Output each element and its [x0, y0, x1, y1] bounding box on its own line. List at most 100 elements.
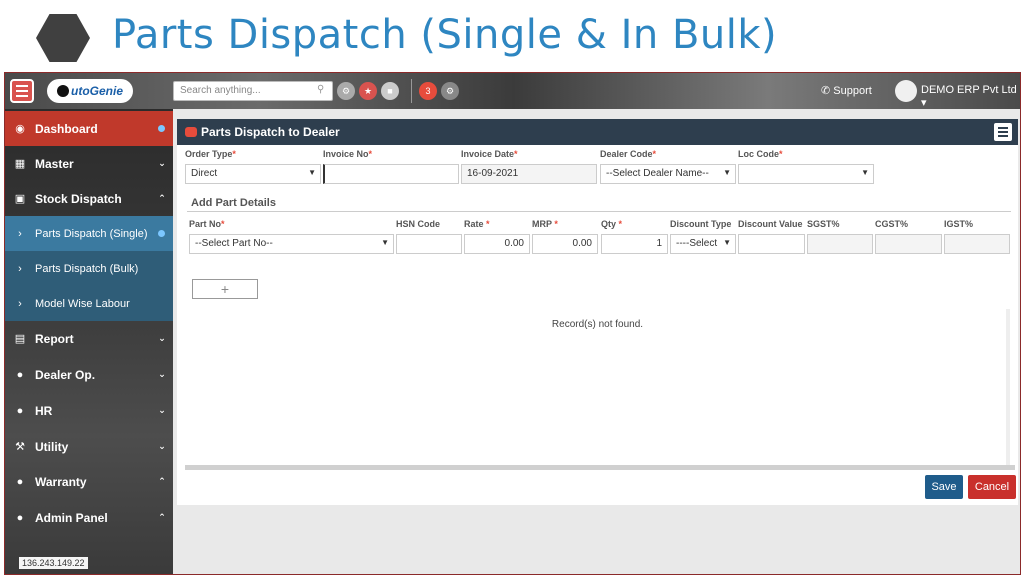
logo-mark-icon [57, 85, 69, 97]
sidebar-item-label: Master [35, 156, 74, 171]
invoice-date-field[interactable]: 16-09-2021 [461, 164, 597, 184]
igst-label: IGST% [944, 219, 974, 229]
chevron-down-icon: ⌄ [158, 369, 166, 379]
sidebar-item-label: HR [35, 403, 53, 418]
chevron-down-icon: ⌄ [158, 158, 166, 168]
section-divider [187, 211, 1011, 212]
sidebar-item-dashboard[interactable]: ◉ Dashboard [5, 111, 173, 146]
notification-count: 3 [425, 86, 431, 96]
chevron-down-icon: ▼ [308, 168, 316, 177]
qty-field[interactable]: 1 [601, 234, 668, 254]
sidebar-item-master[interactable]: ▦ Master ⌄ [5, 146, 173, 181]
scrollbar[interactable] [1006, 309, 1010, 465]
sidebar-item-label: Warranty [35, 474, 87, 489]
invoice-no-label: Invoice No* [323, 149, 373, 159]
chevron-up-icon: ⌃ [158, 193, 166, 203]
mrp-label: MRP * [532, 219, 558, 229]
igst-field[interactable] [944, 234, 1010, 254]
app-window: utoGenie Search anything... ⚲ ⚙ ★ ■ 3 ⚙ … [4, 72, 1021, 575]
user-icon: ● [16, 368, 24, 381]
notification-icon[interactable]: 3 [419, 82, 437, 100]
menu-toggle-button[interactable] [10, 79, 34, 103]
dealer-code-select[interactable]: --Select Dealer Name-- ▼ [600, 164, 736, 184]
chevron-right-icon: › [18, 262, 22, 275]
chevron-right-icon: › [18, 297, 22, 310]
sidebar-item-label: Stock Dispatch [35, 191, 122, 206]
panel-title: Parts Dispatch to Dealer [201, 125, 340, 139]
share-icon[interactable]: ★ [359, 82, 377, 100]
part-no-label: Part No* [189, 219, 225, 229]
loc-code-select[interactable]: ▼ [738, 164, 874, 184]
sidebar-item-dealer-op[interactable]: ● Dealer Op. ⌄ [5, 357, 173, 392]
chevron-down-icon: ▼ [381, 238, 389, 247]
qty-label: Qty * [601, 219, 623, 229]
caret-down-icon: ▾ [921, 97, 927, 109]
section-title: Add Part Details [191, 197, 276, 209]
sidebar-item-label: Utility [35, 439, 69, 454]
sidebar-item-model-wise-labour[interactable]: › Model Wise Labour [5, 286, 173, 321]
sgst-field[interactable] [807, 234, 873, 254]
dealer-code-label: Dealer Code* [600, 149, 657, 159]
chevron-down-icon: ⌄ [158, 333, 166, 343]
cgst-field[interactable] [875, 234, 942, 254]
discount-type-select[interactable]: ----Select ▼ [670, 234, 736, 254]
user-menu[interactable]: DEMO ERP Pvt Ltd ▾ [921, 84, 1020, 109]
user-name: DEMO ERP Pvt Ltd [921, 84, 1017, 96]
admin-icon: ● [16, 511, 24, 524]
settings-circle-icon[interactable]: ⚙ [337, 82, 355, 100]
chevron-up-icon: ⌃ [158, 512, 166, 522]
sidebar-item-parts-dispatch-single[interactable]: › Parts Dispatch (Single) [5, 216, 173, 251]
ip-address: 136.243.149.22 [19, 557, 88, 569]
order-type-select[interactable]: Direct ▼ [185, 164, 321, 184]
search-icon[interactable]: ⚲ [317, 84, 324, 95]
sidebar-item-hr[interactable]: ● HR ⌄ [5, 393, 173, 428]
active-dot-icon [158, 230, 165, 237]
discount-value-label: Discount Value [738, 219, 803, 229]
support-link[interactable]: ✆ Support [821, 84, 872, 97]
sidebar-item-parts-dispatch-bulk[interactable]: › Parts Dispatch (Bulk) [5, 251, 173, 286]
sidebar-item-utility[interactable]: ⚒ Utility ⌄ [5, 429, 173, 464]
sidebar-item-admin-panel[interactable]: ● Admin Panel ⌃ [5, 500, 173, 535]
dashboard-icon: ◉ [15, 123, 25, 135]
report-icon: ▤ [14, 333, 26, 345]
rate-label: Rate * [464, 219, 490, 229]
add-row-button[interactable]: + [192, 279, 258, 299]
car-icon [185, 127, 197, 137]
dispatch-panel: Parts Dispatch to Dealer Order Type* Inv… [177, 119, 1018, 505]
slide-title: Parts Dispatch (Single & In Bulk) [112, 12, 778, 58]
logo[interactable]: utoGenie [47, 79, 133, 103]
save-button[interactable]: Save [925, 475, 963, 499]
sidebar-item-report[interactable]: ▤ Report ⌄ [5, 321, 173, 356]
sidebar-item-label: Dealer Op. [35, 367, 96, 382]
sidebar-item-label: Parts Dispatch (Single) [35, 227, 148, 240]
sidebar: ◉ Dashboard ▦ Master ⌄ ▣ Stock Dispatch … [5, 109, 173, 574]
avatar[interactable] [895, 80, 917, 102]
loc-code-label: Loc Code* [738, 149, 783, 159]
hsn-code-label: HSN Code [396, 219, 441, 229]
cancel-button[interactable]: Cancel [968, 475, 1016, 499]
logo-text: utoGenie [71, 84, 124, 98]
sidebar-item-label: Parts Dispatch (Bulk) [35, 262, 139, 275]
order-type-label: Order Type* [185, 149, 236, 159]
mrp-field[interactable]: 0.00 [532, 234, 598, 254]
discount-type-label: Discount Type [670, 219, 732, 229]
users-icon: ● [16, 404, 24, 417]
invoice-no-field[interactable] [323, 164, 459, 184]
discount-value-field[interactable] [738, 234, 805, 254]
topbar: utoGenie Search anything... ⚲ ⚙ ★ ■ 3 ⚙ … [5, 73, 1020, 109]
horizontal-scrollbar[interactable] [185, 465, 1015, 470]
sidebar-item-stock-dispatch[interactable]: ▣ Stock Dispatch ⌃ [5, 181, 173, 216]
chart-icon[interactable]: ■ [381, 82, 399, 100]
list-view-button[interactable] [994, 123, 1012, 141]
hsn-code-field[interactable] [396, 234, 462, 254]
search-input[interactable]: Search anything... [173, 81, 333, 101]
wrench-icon: ⚒ [15, 441, 25, 453]
gear-icon[interactable]: ⚙ [441, 82, 459, 100]
sidebar-item-label: Report [35, 331, 74, 346]
sidebar-item-label: Admin Panel [35, 510, 108, 525]
toolbar-divider [411, 79, 412, 103]
rate-field[interactable]: 0.00 [464, 234, 530, 254]
sidebar-item-warranty[interactable]: ● Warranty ⌃ [5, 464, 173, 499]
sidebar-item-label: Model Wise Labour [35, 297, 130, 310]
part-no-select[interactable]: --Select Part No-- ▼ [189, 234, 394, 254]
